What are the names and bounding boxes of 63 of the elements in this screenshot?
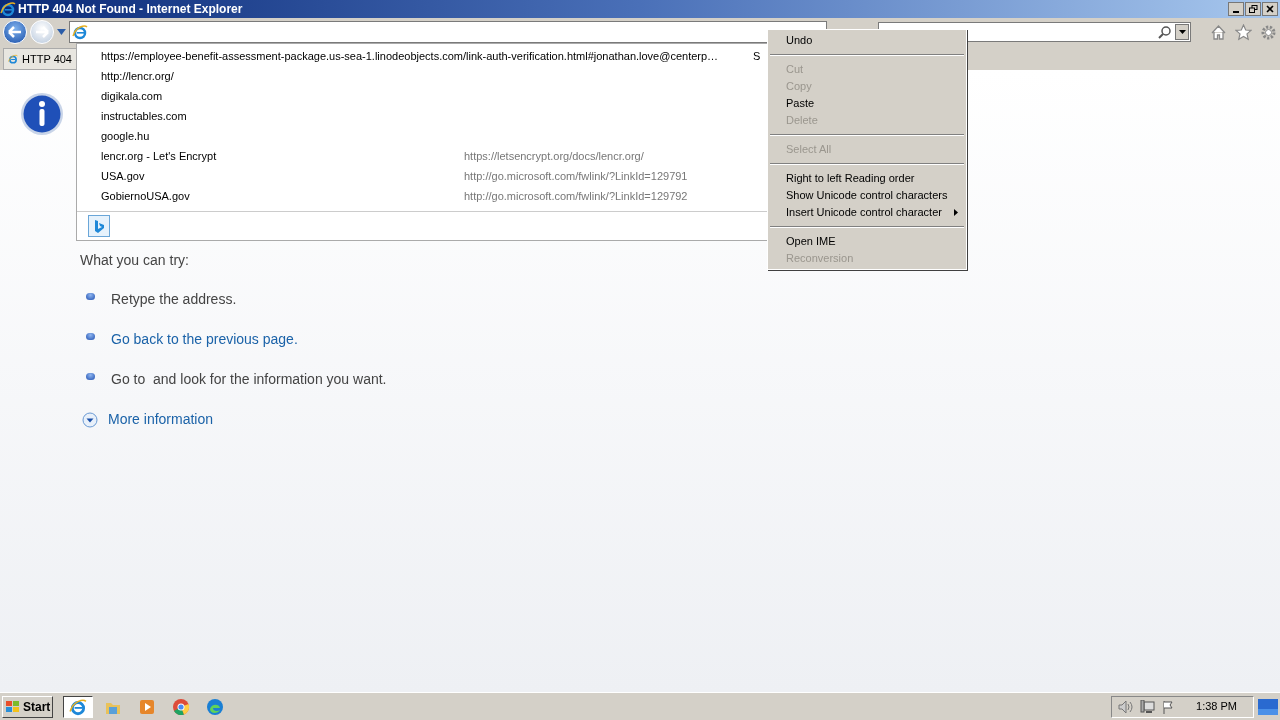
search-dropdown-button[interactable] xyxy=(1175,24,1189,40)
ie-icon xyxy=(69,697,88,716)
intro-text: What you can try: xyxy=(80,251,189,270)
start-button[interactable]: Start xyxy=(2,695,54,718)
suggestion-item[interactable]: digikala.com xyxy=(77,86,767,106)
browser-tab[interactable]: HTTP 404 xyxy=(3,48,77,70)
minimize-button[interactable] xyxy=(1228,2,1244,16)
suggestion-url: S xyxy=(753,48,761,64)
taskbar-app-button[interactable] xyxy=(63,695,94,718)
suggestion-item[interactable]: GobiernoUSA.gov http://go.microsoft.com/fwlink/?LinkId=129792 xyxy=(77,186,767,206)
info-icon xyxy=(20,92,64,136)
suggestion-url: http://go.microsoft.com/fwlink/?LinkId=129791 xyxy=(464,168,688,184)
more-information-link[interactable]: More information xyxy=(108,409,214,430)
page-icon xyxy=(71,24,88,40)
menu-item[interactable]: Undo xyxy=(770,32,964,49)
restore-icon xyxy=(1248,5,1258,13)
menu-item[interactable]: Insert Unicode control character xyxy=(770,204,964,221)
suggestion-item[interactable]: instructables.com xyxy=(77,106,767,126)
home-icon[interactable] xyxy=(1210,23,1227,41)
star-icon[interactable] xyxy=(1235,23,1252,41)
restore-button[interactable] xyxy=(1245,2,1261,16)
media-player-icon xyxy=(138,697,157,716)
bing-logo-icon xyxy=(94,219,104,233)
dropdown-icon[interactable] xyxy=(56,29,66,35)
menu-item[interactable]: Open IME xyxy=(770,233,964,250)
clock: 1:38 PM xyxy=(1196,699,1237,715)
bing-search-button[interactable] xyxy=(88,215,110,237)
windows-logo-icon xyxy=(5,699,21,714)
suggestion-url: https://letsencrypt.org/docs/lencr.org/ xyxy=(464,148,644,164)
close-icon xyxy=(1266,5,1274,13)
expand-icon[interactable] xyxy=(82,411,98,428)
back-button[interactable] xyxy=(3,20,27,44)
suggestion-item[interactable]: http://lencr.org/ xyxy=(77,66,767,86)
back-arrow-icon xyxy=(7,26,22,38)
suggestion-item[interactable]: google.hu xyxy=(77,126,767,146)
edge-icon xyxy=(206,697,225,716)
show-desktop-icon[interactable] xyxy=(1258,698,1278,715)
suggestion-item[interactable]: USA.gov http://go.microsoft.com/fwlink/?LinkId=129791 xyxy=(77,166,767,186)
chrome-icon xyxy=(172,697,191,716)
minimize-icon xyxy=(1233,11,1239,13)
suggestion-text: Retype the address. xyxy=(111,290,237,309)
suggestion-item[interactable]: https://employee-benefit-assessment-package.us-sea-1.linodeobjects.com/link-auth-verification.html#jonathan.love@centerp… S xyxy=(77,46,767,66)
address-field[interactable] xyxy=(68,21,827,43)
settings-icon[interactable] xyxy=(1260,23,1277,41)
menu-item[interactable]: Show Unicode control characters xyxy=(770,187,964,204)
search-icon xyxy=(1158,25,1171,39)
bullet-icon xyxy=(86,373,95,380)
suggestion-url: http://go.microsoft.com/fwlink/?LinkId=129792 xyxy=(464,188,688,204)
submenu-arrow-icon xyxy=(954,209,958,216)
speaker-icon[interactable] xyxy=(1118,699,1135,714)
back-link[interactable]: Go back to the previous page. xyxy=(111,329,298,350)
suggestion-item[interactable]: lencr.org - Let's Encrypt https://letsencrypt.org/docs/lencr.org/ xyxy=(77,146,767,166)
suggestion-text: Go to and look for the information you want. xyxy=(111,370,387,389)
window-title: HTTP 404 Not Found - Internet Explorer xyxy=(18,1,243,18)
forward-arrow-icon xyxy=(34,26,49,38)
bullet-icon xyxy=(86,293,95,300)
caret-icon xyxy=(1178,30,1186,34)
ie-logo-icon xyxy=(0,1,16,17)
close-button[interactable] xyxy=(1262,2,1278,16)
menu-item[interactable]: Right to left Reading order xyxy=(770,170,964,187)
bullet-icon xyxy=(86,333,95,340)
menu-item[interactable]: Paste xyxy=(770,95,964,112)
network-icon[interactable] xyxy=(1140,699,1157,714)
